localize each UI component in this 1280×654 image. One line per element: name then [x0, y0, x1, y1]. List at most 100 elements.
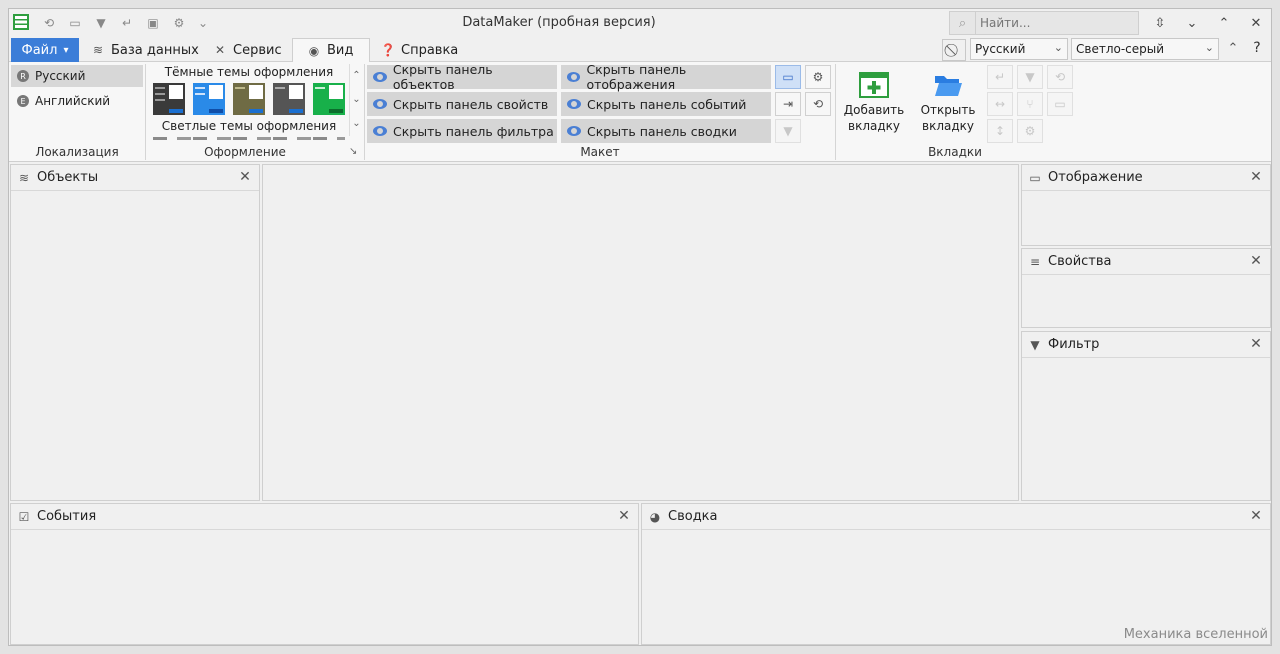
menu-database-label: База данных — [111, 42, 199, 58]
summary-panel-header: ◕ Сводка — [642, 504, 1270, 530]
eye-icon — [567, 72, 581, 82]
gallery-more-icon[interactable]: ⌄ — [350, 112, 363, 136]
group-label-appearance: Оформление — [204, 145, 286, 159]
search-icon[interactable]: ⌕ — [950, 12, 976, 34]
monitor-icon: ▭ — [1029, 170, 1041, 185]
fit-width-icon[interactable]: ↔ — [987, 92, 1013, 116]
gallery-up-icon[interactable]: ⌃ — [350, 64, 363, 88]
language-select[interactable]: Русский ⌄ — [970, 38, 1068, 60]
filter-panel-header: ▼ Фильтр — [1022, 332, 1270, 358]
theme-swatch-graphite[interactable] — [273, 83, 305, 115]
group-label-layout: Макет — [580, 145, 620, 159]
theme-swatch-dark-gray[interactable] — [153, 83, 185, 115]
eye-icon — [373, 126, 387, 136]
pin-icon[interactable]: ▼ — [775, 119, 801, 143]
fit-height-icon[interactable]: ↕ — [987, 119, 1013, 143]
hide-objects-label: Скрыть панель объектов — [392, 62, 493, 92]
theme-swatch-green[interactable] — [313, 83, 345, 115]
hide-summary-button[interactable]: Скрыть панель сводки — [561, 119, 771, 143]
close-window-button[interactable]: ✕ — [1245, 13, 1267, 33]
lang-badge: R — [17, 70, 29, 82]
close-icon[interactable]: ✕ — [237, 169, 253, 185]
properties-panel-header: ≡ Свойства — [1022, 249, 1270, 275]
minimize-button[interactable]: ⌄ — [1181, 13, 1203, 33]
dark-theme-gallery — [149, 81, 349, 115]
eye-icon: ◉ — [308, 43, 320, 58]
gallery-scroll: ⌃ ⌄ ⌄ — [349, 64, 363, 136]
menu-bar: Файл ▾ ≋ База данных ✕ Сервис ◉ Вид ❓ Сп… — [9, 37, 1271, 63]
search-input[interactable] — [980, 14, 1130, 32]
database-icon: ≋ — [92, 43, 104, 57]
light-theme-gallery[interactable] — [153, 137, 345, 140]
close-icon[interactable]: ✕ — [1248, 336, 1264, 352]
add-tab-icon — [859, 72, 889, 98]
hide-display-button[interactable]: Скрыть панель отображения — [561, 62, 771, 92]
lang-english-label: Английский — [35, 94, 111, 108]
events-panel-header: ☑ События — [11, 504, 638, 530]
chevron-down-icon: ⌄ — [1204, 41, 1214, 54]
menu-file[interactable]: Файл ▾ — [11, 38, 79, 62]
properties-panel: ≡ Свойства ✕ — [1021, 248, 1271, 328]
open-tab-button[interactable]: Открыть вкладку — [915, 72, 981, 136]
status-text: Механика вселенной — [1123, 627, 1268, 642]
menu-service[interactable]: ✕ Сервис — [207, 38, 288, 62]
close-icon[interactable]: ✕ — [1248, 169, 1264, 185]
dock-right-icon[interactable]: ⇥ — [775, 92, 801, 116]
eye-icon — [373, 72, 387, 82]
hide-filter-button[interactable]: Скрыть панель фильтра — [367, 119, 557, 143]
add-tab-button[interactable]: Добавить вкладку — [841, 72, 907, 136]
window-icon[interactable]: ▭ — [1047, 92, 1073, 116]
help-mark[interactable]: ? — [1249, 40, 1265, 58]
monitor-icon[interactable]: ▭ — [775, 65, 801, 89]
disable-icon[interactable]: ⃠ — [942, 39, 966, 61]
menu-view-label: Вид — [327, 43, 354, 58]
app-window: ⟲ ▭ ▼ ↵ ▣ ⚙ ⌄ DataMaker (пробная версия)… — [8, 8, 1272, 646]
gallery-down-icon[interactable]: ⌄ — [350, 88, 363, 112]
split-icon[interactable]: ⑂ — [1017, 92, 1043, 116]
dialog-launcher-icon[interactable]: ↘ — [349, 146, 357, 157]
chip-icon[interactable]: ⚙ — [805, 65, 831, 89]
theme-select[interactable]: Светло-серый ⌄ — [1071, 38, 1219, 60]
hide-filter-label: Скрыть панель фильтра — [393, 123, 554, 139]
lang-russian[interactable]: R Русский — [11, 65, 143, 87]
title-bar: ⟲ ▭ ▼ ↵ ▣ ⚙ ⌄ DataMaker (пробная версия)… — [9, 9, 1271, 37]
menu-database[interactable]: ≋ База данных — [85, 38, 205, 62]
close-icon[interactable]: ✕ — [616, 508, 632, 524]
help-circle-icon: ❓ — [380, 43, 396, 57]
filter-icon: ▼ — [1030, 337, 1040, 352]
light-themes-title: Светлые темы оформления — [161, 119, 337, 133]
pie-chart-icon: ◕ — [649, 509, 661, 524]
close-icon[interactable]: ✕ — [1248, 508, 1264, 524]
hide-properties-label: Скрыть панель свойств — [393, 96, 549, 112]
events-panel-title: События — [37, 509, 97, 524]
tools-icon: ✕ — [214, 43, 226, 57]
maximize-button[interactable]: ⌃ — [1213, 13, 1235, 33]
lang-russian-label: Русский — [35, 69, 86, 83]
search-box: ⌕ — [949, 11, 1139, 35]
reset-layout-icon[interactable]: ⟲ — [805, 92, 831, 116]
theme-swatch-olive[interactable] — [233, 83, 265, 115]
theme-select-value: Светло-серый — [1076, 42, 1165, 56]
calendar-check-icon: ☑ — [18, 509, 30, 524]
menu-view[interactable]: ◉ Вид — [292, 38, 370, 63]
display-panel-title: Отображение — [1048, 170, 1143, 185]
refresh-icon[interactable]: ⟲ — [1047, 65, 1073, 89]
collapse-ribbon-icon[interactable]: ⌃ — [1225, 41, 1241, 59]
pin-icon[interactable]: ▼ — [1017, 65, 1043, 89]
hide-properties-button[interactable]: Скрыть панель свойств — [367, 92, 557, 116]
hide-events-button[interactable]: Скрыть панель событий — [561, 92, 771, 116]
dark-themes-title: Тёмные темы оформления — [164, 65, 334, 79]
hide-summary-label: Скрыть панель сводки — [587, 123, 737, 139]
hide-objects-button[interactable]: Скрыть панель объектов — [367, 62, 557, 92]
menu-file-label: Файл — [21, 42, 58, 58]
window-title: DataMaker (пробная версия) — [462, 15, 656, 30]
close-icon[interactable]: ✕ — [1248, 253, 1264, 269]
theme-swatch-blue[interactable] — [193, 83, 225, 115]
menu-help[interactable]: ❓ Справка — [375, 38, 464, 62]
lang-english[interactable]: E Английский — [11, 90, 143, 112]
chip-icon[interactable]: ⚙ — [1017, 119, 1043, 143]
restore-toggle-icon[interactable]: ⇳ — [1149, 13, 1171, 33]
group-label-localization: Локализация — [35, 145, 119, 159]
summary-panel-title: Сводка — [668, 509, 718, 524]
return-icon[interactable]: ↵ — [987, 65, 1013, 89]
